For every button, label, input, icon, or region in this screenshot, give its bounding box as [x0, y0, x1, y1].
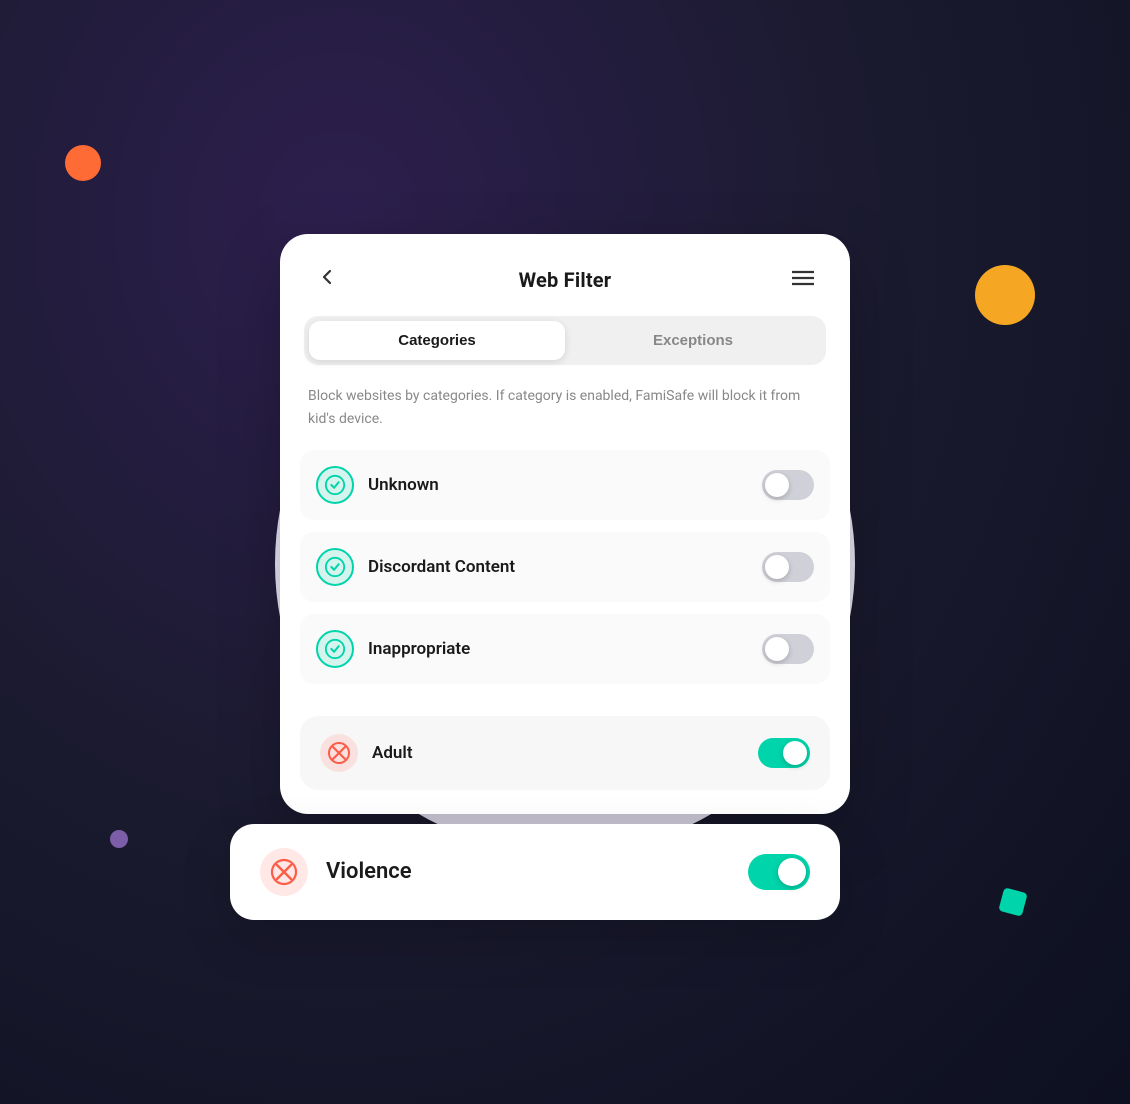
category-list: Unknown Discordant Content	[280, 450, 850, 716]
violence-card: Violence	[230, 824, 840, 920]
phone-bottom-section: Adult	[280, 716, 850, 814]
decorative-dot-purple	[110, 830, 128, 848]
hamburger-icon	[792, 270, 814, 286]
unknown-toggle[interactable]	[762, 470, 814, 500]
tab-categories[interactable]: Categories	[309, 321, 565, 360]
page-title: Web Filter	[519, 268, 612, 292]
unknown-label: Unknown	[368, 475, 762, 495]
menu-button[interactable]	[784, 265, 822, 296]
adult-toggle[interactable]	[758, 738, 810, 768]
adult-icon	[320, 734, 358, 772]
decorative-dot-yellow	[975, 265, 1035, 325]
unknown-icon	[316, 466, 354, 504]
inappropriate-toggle[interactable]	[762, 634, 814, 664]
violence-toggle[interactable]	[748, 854, 810, 890]
back-button[interactable]	[308, 262, 346, 298]
violence-icon	[260, 848, 308, 896]
violence-label: Violence	[326, 859, 748, 884]
phone-mockup: Web Filter Categories Exceptions Block w…	[265, 234, 865, 870]
category-item-discordant: Discordant Content	[300, 532, 830, 602]
category-item-unknown: Unknown	[300, 450, 830, 520]
discordant-icon	[316, 548, 354, 586]
discordant-label: Discordant Content	[368, 557, 762, 577]
filter-description: Block websites by categories. If categor…	[280, 385, 850, 450]
category-item-inappropriate: Inappropriate	[300, 614, 830, 684]
inappropriate-icon	[316, 630, 354, 668]
discordant-toggle[interactable]	[762, 552, 814, 582]
category-item-adult: Adult	[300, 716, 830, 790]
app-header: Web Filter	[280, 234, 850, 316]
tab-bar: Categories Exceptions	[304, 316, 826, 365]
back-icon	[316, 266, 338, 288]
web-filter-card: Web Filter Categories Exceptions Block w…	[280, 234, 850, 814]
decorative-dot-orange	[65, 145, 101, 181]
tab-exceptions[interactable]: Exceptions	[565, 321, 821, 360]
decorative-dot-teal	[998, 887, 1027, 916]
adult-label: Adult	[372, 743, 758, 763]
inappropriate-label: Inappropriate	[368, 639, 762, 659]
